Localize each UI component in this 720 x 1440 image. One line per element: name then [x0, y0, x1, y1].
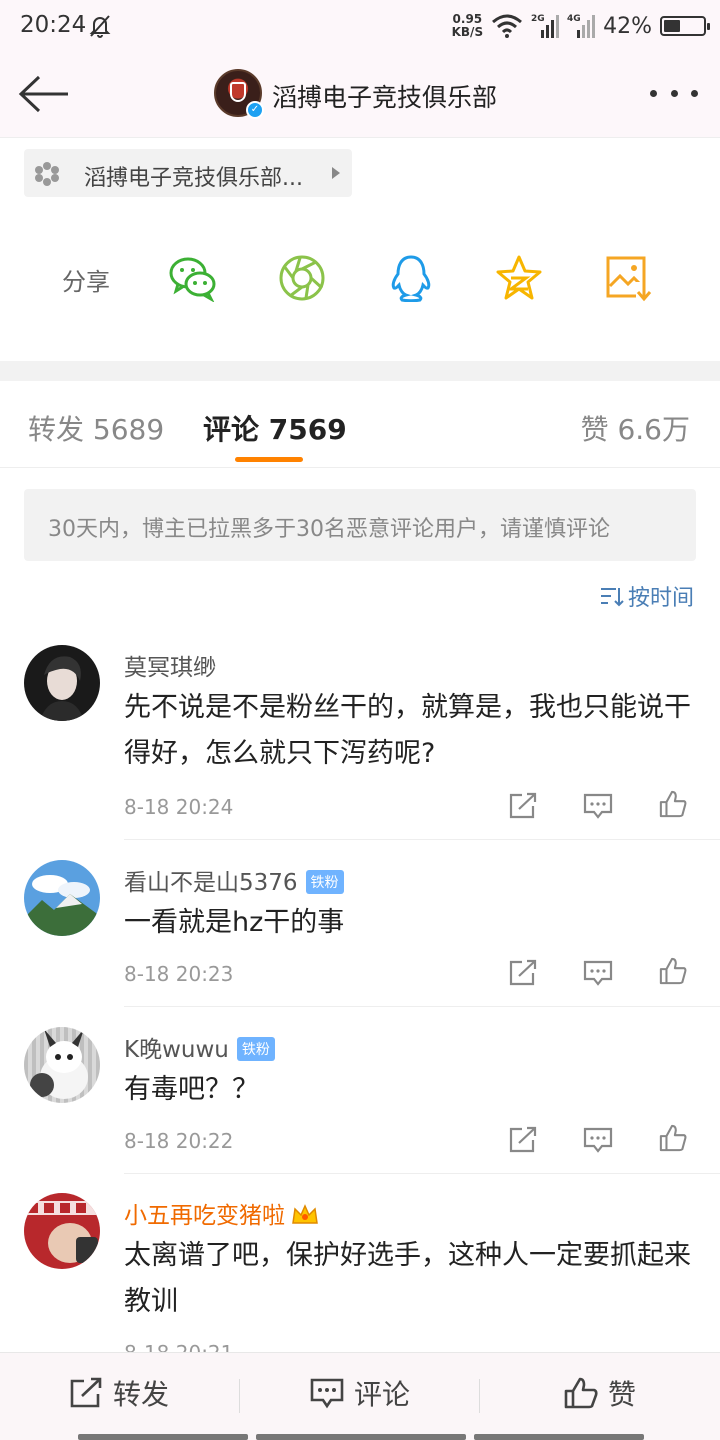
svg-text:4G: 4G [567, 14, 581, 24]
repost-label: 转发 [112, 1378, 169, 1411]
signal-4g-icon: 4G [567, 14, 596, 38]
battery-level [664, 20, 680, 32]
qq-icon[interactable] [386, 254, 436, 302]
like-icon[interactable] [658, 1124, 688, 1152]
nav-indicator [256, 1434, 466, 1440]
notice-text: 30天内，博主已拉黑多于30名恶意评论用户，请谨慎评论 [48, 517, 610, 542]
source-chip[interactable]: 滔搏电子竞技俱乐部... [24, 149, 352, 197]
comment-text: 太离谱了吧，保护好选手，这种人一定要抓起来教训 [124, 1240, 691, 1317]
comment-divider [124, 1173, 720, 1174]
tab-active-indicator [235, 457, 303, 462]
repost-button[interactable]: 转发 [0, 1353, 238, 1433]
avatar[interactable] [24, 1027, 100, 1103]
comment-username-text: K晚wuwu [124, 1037, 229, 1063]
tab-repost[interactable]: 转发 5689 [28, 408, 164, 448]
account-title[interactable]: 滔搏电子竞技俱乐部 [272, 78, 497, 114]
avatar[interactable] [24, 645, 100, 721]
comment-label: 评论 [353, 1378, 410, 1411]
nav-indicator [474, 1434, 644, 1440]
flower-icon [35, 162, 59, 186]
comment-username[interactable]: K晚wuwu 铁粉 [124, 1030, 275, 1064]
like-icon[interactable] [658, 790, 688, 818]
wifi-icon [492, 14, 523, 38]
comment-username[interactable]: 看山不是山5376 铁粉 [124, 863, 344, 897]
comment-username[interactable]: 莫冥琪缈 [124, 648, 216, 682]
comment-divider [124, 839, 720, 840]
chevron-right-icon [332, 167, 340, 179]
qzone-icon[interactable] [494, 254, 544, 302]
like-button[interactable]: 赞 [480, 1353, 720, 1433]
comment-time: 8-18 20:24 [124, 795, 234, 819]
comment-notice: 30天内，博主已拉黑多于30名恶意评论用户，请谨慎评论 [24, 489, 696, 561]
comment-button[interactable]: 评论 [240, 1353, 480, 1433]
like-icon [564, 1377, 598, 1409]
repost-icon [70, 1377, 102, 1408]
sort-label: 按时间 [627, 586, 694, 611]
avatar[interactable] [24, 1193, 100, 1269]
status-time: 20:24 [20, 12, 87, 38]
save-image-icon[interactable] [604, 254, 654, 302]
bottom-action-bar: 转发 评论 赞 [0, 1352, 720, 1440]
moments-icon[interactable] [278, 254, 328, 302]
verified-icon: ✓ [246, 101, 264, 119]
signal-2g-icon: 2G [531, 14, 560, 38]
tabs-divider [0, 467, 720, 468]
comment-text: 一看就是hz干的事 [124, 907, 345, 938]
wechat-icon[interactable] [168, 254, 218, 302]
nav-indicator [78, 1434, 248, 1440]
comment-icon[interactable] [583, 959, 613, 987]
sort-icon [600, 588, 624, 607]
sort-by-time-button[interactable]: 按时间 [600, 580, 694, 612]
like-label: 赞 [607, 1378, 636, 1411]
section-divider [0, 361, 720, 381]
comment-username-text: 小五再吃变猪啦 [124, 1203, 285, 1229]
comment-username-text: 看山不是山5376 [124, 870, 298, 896]
comment-icon[interactable] [583, 1126, 613, 1154]
more-options-icon[interactable] [650, 90, 698, 100]
comment-icon [310, 1378, 344, 1409]
like-icon[interactable] [658, 957, 688, 985]
battery-icon [660, 16, 710, 36]
comment-time: 8-18 20:23 [124, 962, 234, 986]
comment-icon[interactable] [583, 792, 613, 820]
fan-badge: 铁粉 [236, 1037, 275, 1061]
repost-icon[interactable] [508, 792, 538, 820]
back-arrow-icon[interactable] [18, 74, 70, 114]
repost-icon[interactable] [508, 1126, 538, 1154]
tab-comment[interactable]: 评论 7569 [203, 408, 347, 448]
comment-divider [124, 1006, 720, 1007]
tab-like[interactable]: 赞 6.6万 [581, 408, 690, 448]
net-speed-unit: KB/S [451, 25, 484, 39]
battery-percent: 42% [603, 13, 652, 39]
comment-text: 有毒吧？？ [124, 1074, 259, 1105]
nav-bar: ✓ 滔搏电子竞技俱乐部 [0, 52, 720, 138]
comment-username[interactable]: 小五再吃变猪啦 [124, 1196, 319, 1230]
comment-text: 先不说是不是粉丝干的，就算是，我也只能说干得好，怎么就只下泻药呢? [124, 692, 691, 769]
fan-badge: 铁粉 [305, 870, 344, 894]
crown-icon [292, 1204, 318, 1224]
net-speed: 0.95 KB/S [452, 13, 483, 39]
share-label: 分享 [62, 268, 110, 296]
repost-icon[interactable] [508, 959, 538, 987]
status-bar: 20:24 0.95 KB/S 2G 4G 42% [0, 0, 720, 52]
source-chip-label: 滔搏电子竞技俱乐部... [84, 166, 303, 191]
comment-time: 8-18 20:22 [124, 1129, 234, 1153]
bell-muted-icon [89, 15, 111, 38]
avatar[interactable] [24, 860, 100, 936]
svg-text:2G: 2G [531, 14, 545, 24]
